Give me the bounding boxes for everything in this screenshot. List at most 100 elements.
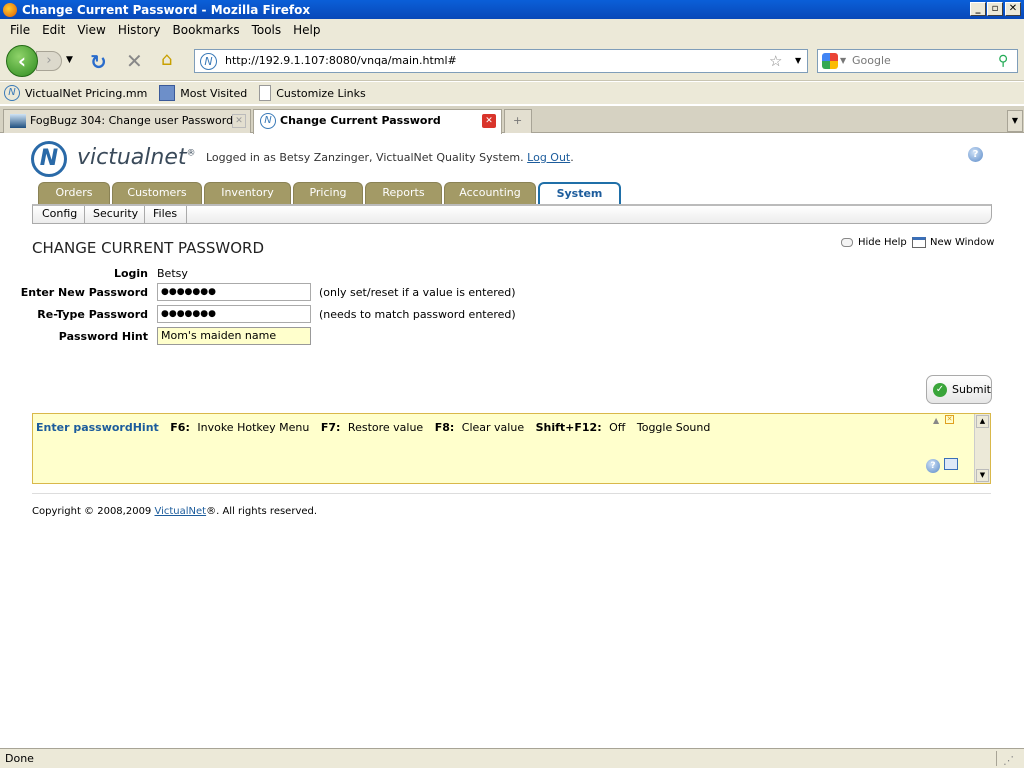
new-window-icon xyxy=(912,237,926,248)
new-window-link[interactable]: New Window xyxy=(912,237,994,248)
stop-icon[interactable]: ✕ xyxy=(126,49,143,73)
help-f6-key: F6: xyxy=(170,421,190,434)
browser-tab-strip: FogBugz 304: Change user Password ✕ N Ch… xyxy=(0,106,1024,134)
menu-bookmarks[interactable]: Bookmarks xyxy=(173,23,240,37)
help-f7-text: Restore value xyxy=(347,421,424,434)
help-shift-f12-key: Shift+F12: xyxy=(535,421,602,434)
victualnet-favicon-icon: N xyxy=(260,113,276,129)
login-label: Login xyxy=(113,267,148,280)
url-bar[interactable]: N http://192.9.1.107:8080/vnqa/main.html… xyxy=(194,49,808,73)
password-hint-field[interactable]: Mom's maiden name xyxy=(157,327,311,345)
close-panel-icon[interactable]: ✕ xyxy=(945,415,954,424)
hide-help-link[interactable]: Hide Help xyxy=(841,237,907,248)
footer-divider xyxy=(32,493,991,494)
search-magnifier-icon[interactable]: ⚲ xyxy=(998,50,1008,72)
tab-close-icon[interactable]: ✕ xyxy=(482,114,496,128)
history-dropdown-icon[interactable]: ▼ xyxy=(66,55,73,65)
browser-tab-change-password[interactable]: N Change Current Password ✕ xyxy=(253,109,502,134)
help-f6-text: Invoke Hotkey Menu xyxy=(197,421,310,434)
minimize-button[interactable]: _ xyxy=(970,2,986,16)
submit-button[interactable]: ✓ Submit xyxy=(926,375,992,404)
panel-help-icon[interactable]: ? xyxy=(926,459,940,473)
bookmark-customize-links[interactable]: Customize Links xyxy=(259,85,366,101)
tab-system[interactable]: System xyxy=(538,182,621,204)
resize-grip-icon[interactable]: ⋰ xyxy=(996,751,1020,767)
page-icon xyxy=(259,85,272,101)
help-shift-f12-text: Toggle Sound xyxy=(636,421,711,434)
bookmark-victualnet-pricing[interactable]: N VictualNet Pricing.mm xyxy=(4,85,147,101)
logged-in-text: Logged in as Betsy Zanzinger, VictualNet… xyxy=(206,151,524,164)
google-icon[interactable] xyxy=(822,53,838,69)
new-password-field[interactable]: ●●●●●●● xyxy=(157,283,311,301)
logout-suffix: . xyxy=(570,151,574,164)
help-icon[interactable]: ? xyxy=(968,147,983,162)
forward-button[interactable]: › xyxy=(36,51,62,71)
restore-button[interactable]: ▫ xyxy=(987,2,1003,16)
menu-view[interactable]: View xyxy=(77,23,105,37)
hide-help-label: Hide Help xyxy=(858,237,907,248)
logo-registered-mark: ® xyxy=(186,148,196,159)
retype-password-field[interactable]: ●●●●●●● xyxy=(157,305,311,323)
password-hint-label: Password Hint xyxy=(58,330,148,343)
help-f7-key: F7: xyxy=(320,421,341,434)
browser-tab-fogbugz[interactable]: FogBugz 304: Change user Password ✕ xyxy=(3,109,251,133)
home-icon[interactable]: ⌂ xyxy=(161,49,172,70)
url-text: http://192.9.1.107:8080/vnqa/main.html# xyxy=(225,54,457,67)
tab-list-dropdown-icon[interactable]: ▼ xyxy=(1007,110,1023,132)
victualnet-favicon-icon: N xyxy=(4,85,20,101)
menu-tools[interactable]: Tools xyxy=(252,23,282,37)
status-text: Done xyxy=(5,752,34,765)
back-button[interactable]: ‹ xyxy=(6,45,38,77)
bookmark-most-visited[interactable]: Most Visited xyxy=(159,85,247,101)
bookmark-label: VictualNet Pricing.mm xyxy=(25,86,148,100)
logout-link[interactable]: Log Out xyxy=(527,151,570,164)
copyright-suffix: ®. All rights reserved. xyxy=(206,506,318,517)
page-title: CHANGE CURRENT PASSWORD xyxy=(32,239,265,257)
bookmark-label: Customize Links xyxy=(276,86,366,100)
victualnet-logo-icon: N xyxy=(31,141,67,177)
search-input[interactable]: ▼ Google ⚲ xyxy=(817,49,1018,73)
reload-icon[interactable]: ↻ xyxy=(90,50,107,74)
tab-close-icon[interactable]: ✕ xyxy=(232,114,246,128)
tab-orders[interactable]: Orders xyxy=(38,182,110,204)
logged-in-info: Logged in as Betsy Zanzinger, VictualNet… xyxy=(206,151,574,164)
bookmark-label: Most Visited xyxy=(180,86,248,100)
collapse-arrow-icon[interactable]: ▲ xyxy=(933,416,939,425)
menu-bar: File Edit View History Bookmarks Tools H… xyxy=(0,19,1024,41)
footer-copyright: Copyright © 2008,2009 VictualNet®. All r… xyxy=(32,506,317,517)
help-shift-f12-value: Off xyxy=(609,421,626,434)
help-text-line: Enter passwordHint F6: Invoke Hotkey Men… xyxy=(36,421,710,434)
bookmark-star-icon[interactable]: ☆ xyxy=(769,50,782,72)
menu-edit[interactable]: Edit xyxy=(42,23,65,37)
victualnet-footer-link[interactable]: VictualNet xyxy=(154,506,206,517)
logo-wordmark: victualnet® xyxy=(77,145,196,170)
subtab-files[interactable]: Files xyxy=(145,206,187,224)
new-window-label: New Window xyxy=(930,237,995,248)
retype-password-label: Re-Type Password xyxy=(37,308,148,321)
window-title: Change Current Password - Mozilla Firefo… xyxy=(22,2,311,17)
window-titlebar: Change Current Password - Mozilla Firefo… xyxy=(0,0,1024,19)
tab-customers[interactable]: Customers xyxy=(112,182,202,204)
tab-pricing[interactable]: Pricing xyxy=(293,182,363,204)
help-panel-scrollbar[interactable]: ▲ ▼ xyxy=(974,414,990,483)
menu-file[interactable]: File xyxy=(10,23,30,37)
menu-help[interactable]: Help xyxy=(293,23,320,37)
popout-panel-icon[interactable] xyxy=(944,458,958,470)
search-engine-dropdown-icon[interactable]: ▼ xyxy=(840,50,846,72)
subtab-security[interactable]: Security xyxy=(85,206,145,224)
new-password-note: (only set/reset if a value is entered) xyxy=(319,286,516,299)
menu-history[interactable]: History xyxy=(118,23,161,37)
copyright-prefix: Copyright © 2008,2009 xyxy=(32,506,155,517)
most-visited-icon xyxy=(159,85,176,101)
retype-password-note: (needs to match password entered) xyxy=(319,308,516,321)
bookmarks-toolbar: N VictualNet Pricing.mm Most Visited Cus… xyxy=(0,82,1024,104)
tab-inventory[interactable]: Inventory xyxy=(204,182,291,204)
tab-reports[interactable]: Reports xyxy=(365,182,442,204)
subtab-config[interactable]: Config xyxy=(34,206,85,224)
close-window-button[interactable]: ✕ xyxy=(1005,2,1021,16)
url-dropdown-icon[interactable]: ▼ xyxy=(795,50,801,72)
new-tab-button[interactable]: + xyxy=(504,109,532,133)
tab-accounting[interactable]: Accounting xyxy=(444,182,536,204)
scroll-down-icon[interactable]: ▼ xyxy=(976,469,989,482)
scroll-up-icon[interactable]: ▲ xyxy=(976,415,989,428)
